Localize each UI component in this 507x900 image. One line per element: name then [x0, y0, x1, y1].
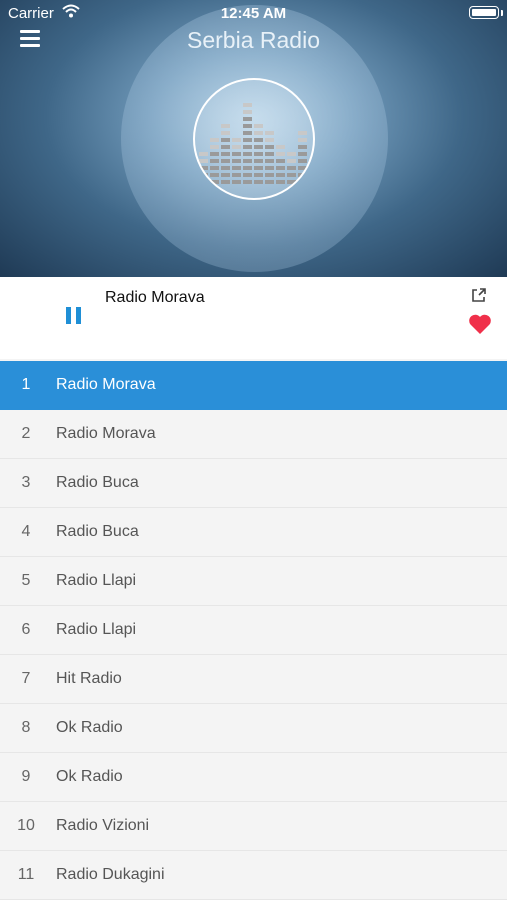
station-name: Radio Buca [56, 474, 139, 491]
battery-tip [501, 10, 503, 16]
station-name: Radio Buca [56, 523, 139, 540]
station-row[interactable]: 1 Radio Morava [0, 361, 507, 410]
station-number: 4 [21, 523, 31, 540]
station-number: 11 [17, 866, 35, 883]
now-playing-title: Radio Morava [105, 289, 205, 306]
station-list: 1 Radio Morava 2 Radio Morava 3 Radio Buca 4 Ra… [0, 361, 507, 900]
station-number: 3 [21, 474, 31, 491]
station-name: Radio Llapi [56, 621, 137, 638]
station-row[interactable]: 4 Radio Buca [0, 508, 507, 557]
station-row[interactable]: 7 Hit Radio [0, 655, 507, 704]
pause-button[interactable] [66, 307, 84, 325]
station-name: Ok Radio [56, 719, 123, 736]
station-name: Hit Radio [56, 670, 122, 687]
station-number: 7 [21, 670, 31, 687]
station-row[interactable]: 6 Radio Llapi [0, 606, 507, 655]
station-name: Radio Morava [56, 425, 156, 442]
station-name: Radio Llapi [56, 572, 137, 589]
station-number: 9 [21, 768, 31, 785]
share-icon[interactable] [471, 287, 487, 308]
station-number: 1 [21, 376, 31, 393]
station-number: 5 [21, 572, 31, 589]
station-name: Ok Radio [56, 768, 123, 785]
station-row[interactable]: 11 Radio Dukagini [0, 851, 507, 900]
equalizer-icon [193, 78, 315, 200]
station-number: 10 [17, 817, 35, 834]
clock: 12:45 AM [220, 5, 287, 22]
app-title: Serbia Radio [187, 27, 320, 53]
status-bar: Carrier 12:45 AM [0, 0, 507, 28]
station-name: Radio Vizioni [56, 817, 150, 834]
station-row[interactable]: 9 Ok Radio [0, 753, 507, 802]
station-row[interactable]: 2 Radio Morava [0, 410, 507, 459]
favorite-heart-icon[interactable] [468, 313, 492, 340]
station-number: 6 [21, 621, 31, 638]
station-name: Radio Morava [56, 376, 156, 393]
station-name: Radio Dukagini [56, 866, 165, 883]
station-row[interactable]: 8 Ok Radio [0, 704, 507, 753]
station-number: 8 [21, 719, 31, 736]
station-row[interactable]: 3 Radio Buca [0, 459, 507, 508]
station-row[interactable]: 10 Radio Vizioni [0, 802, 507, 851]
station-number: 2 [21, 425, 31, 442]
battery-icon [469, 6, 499, 19]
station-row[interactable]: 5 Radio Llapi [0, 557, 507, 606]
